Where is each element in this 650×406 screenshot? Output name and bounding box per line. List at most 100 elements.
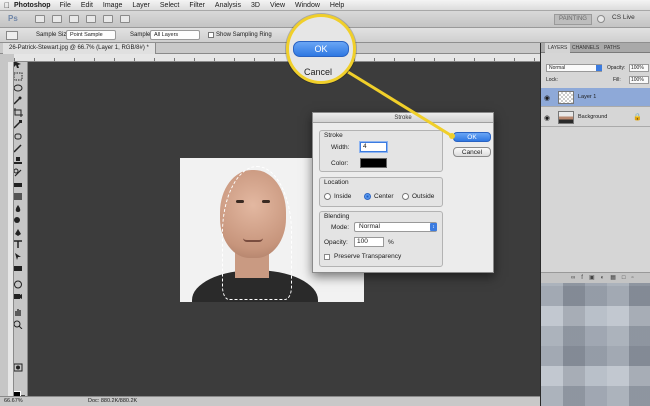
blend-mode-select[interactable]: Normal — [546, 64, 602, 72]
link-layers-icon[interactable]: ∞ — [571, 275, 581, 281]
rotate-view-icon[interactable] — [120, 15, 130, 23]
lock-label: Lock: — [546, 77, 558, 83]
color-label: Color: — [331, 160, 349, 167]
group-icon[interactable]: ▦ — [610, 275, 622, 281]
callout-cancel-button[interactable]: Cancel — [304, 67, 332, 77]
eyedropper-tool-preset-icon[interactable] — [6, 31, 18, 40]
location-center-radio[interactable] — [364, 193, 371, 200]
mask-icon[interactable]: ▣ — [589, 275, 601, 281]
menu-layer[interactable]: Layer — [132, 2, 150, 9]
blend-mode-arrow-icon[interactable] — [596, 65, 602, 71]
width-input[interactable]: 4 — [360, 142, 387, 152]
visibility-eye-icon[interactable]: ◉ — [544, 94, 550, 102]
mode-label: Mode: — [331, 224, 350, 231]
new-layer-icon[interactable]: □ — [622, 275, 632, 281]
adjustment-icon[interactable]: ◐ — [601, 275, 611, 281]
doc-size-info[interactable]: Doc: 880.2K/880.2K — [88, 397, 137, 406]
marquee-tool-icon[interactable] — [13, 72, 23, 81]
layer-row-layer-1[interactable]: ◉ Layer 1 — [541, 88, 650, 107]
quick-selection-tool-icon[interactable] — [13, 96, 23, 105]
hand-tool-icon[interactable] — [13, 308, 23, 317]
sample-label: Sample: — [130, 32, 153, 38]
layer-row-background[interactable]: ◉ Background 🔒 — [541, 108, 650, 127]
preserve-transparency-checkbox[interactable] — [324, 254, 330, 260]
mode-select[interactable]: Normal — [354, 222, 437, 232]
search-icon[interactable] — [597, 15, 605, 23]
location-outside-radio[interactable] — [402, 193, 409, 200]
stroke-group-title: Stroke — [324, 132, 343, 139]
zoom-callout: OK Cancel — [286, 14, 356, 84]
opacity-label: Opacity: — [324, 239, 348, 246]
show-sampling-ring-checkbox[interactable] — [208, 32, 214, 38]
path-selection-tool-icon[interactable] — [13, 252, 23, 261]
clone-stamp-tool-icon[interactable] — [13, 156, 23, 165]
apple-icon[interactable]:  — [0, 1, 14, 10]
photoshop-logo: Ps — [8, 14, 18, 23]
crop-tool-icon[interactable] — [13, 108, 23, 117]
brush-tool-icon[interactable] — [13, 144, 23, 153]
width-label: Width: — [331, 144, 350, 151]
fill-input[interactable]: 100% — [629, 76, 649, 84]
3d-camera-tool-icon[interactable] — [13, 292, 23, 301]
opacity-input[interactable]: 100% — [629, 64, 649, 72]
callout-ok-button[interactable]: OK — [293, 41, 349, 57]
menu-image[interactable]: Image — [103, 2, 122, 9]
stroke-color-swatch[interactable] — [360, 158, 387, 168]
opacity-input[interactable]: 100 — [354, 237, 384, 247]
layers-panel: LAYERS CHANNELS PATHS Normal Opacity: 10… — [540, 43, 650, 406]
healing-brush-tool-icon[interactable] — [13, 132, 23, 141]
workspace-switcher[interactable]: PAINTING — [554, 14, 592, 25]
menu-3d[interactable]: 3D — [251, 2, 260, 9]
type-tool-icon[interactable] — [13, 240, 23, 249]
cs-live-button[interactable]: CS Live — [612, 14, 635, 21]
hand-tool-icon[interactable] — [103, 15, 113, 23]
blur-tool-icon[interactable] — [13, 204, 23, 213]
menu-help[interactable]: Help — [330, 2, 344, 9]
sample-select[interactable]: All Layers — [150, 30, 200, 40]
app-menu[interactable]: Photoshop — [14, 2, 51, 9]
blending-group-title: Blending — [324, 213, 350, 220]
panel-tabs: LAYERS CHANNELS PATHS — [541, 43, 650, 53]
cancel-button[interactable]: Cancel — [453, 147, 491, 157]
minibridge-icon[interactable] — [52, 15, 62, 23]
marching-ants-selection — [222, 166, 292, 300]
menu-filter[interactable]: Filter — [189, 2, 205, 9]
visibility-eye-icon[interactable]: ◉ — [544, 114, 550, 122]
ok-button[interactable]: OK — [453, 132, 491, 142]
tools-panel — [0, 54, 28, 404]
dodge-tool-icon[interactable] — [13, 216, 23, 225]
menu-file[interactable]: File — [60, 2, 71, 9]
sample-size-select[interactable]: Point Sample — [66, 30, 116, 40]
bridge-icon[interactable] — [35, 15, 45, 23]
lasso-tool-icon[interactable] — [13, 84, 23, 93]
quick-mask-icon[interactable] — [13, 363, 23, 372]
zoom-level[interactable]: 66.67% — [4, 397, 23, 406]
shape-tool-icon[interactable] — [13, 264, 23, 273]
3d-rotate-tool-icon[interactable] — [13, 280, 23, 289]
menu-analysis[interactable]: Analysis — [215, 2, 241, 9]
eraser-tool-icon[interactable] — [13, 180, 23, 189]
grid-icon[interactable] — [69, 15, 79, 23]
vertical-ruler — [8, 62, 14, 396]
eyedropper-tool-icon[interactable] — [13, 120, 23, 129]
menu-edit[interactable]: Edit — [81, 2, 93, 9]
tab-channels[interactable]: CHANNELS — [569, 43, 602, 53]
document-tab[interactable]: 26-Patrick-Stewart.jpg @ 66.7% (Layer 1,… — [3, 43, 156, 54]
menu-window[interactable]: Window — [295, 2, 320, 9]
status-bar: 66.67% Doc: 880.2K/880.2K — [0, 396, 540, 406]
menu-view[interactable]: View — [270, 2, 285, 9]
tab-layers[interactable]: LAYERS — [545, 43, 571, 53]
zoom-level-icon[interactable] — [86, 15, 96, 23]
trash-icon[interactable]: ▫ — [632, 275, 640, 281]
fx-icon[interactable]: f — [581, 275, 589, 281]
menu-select[interactable]: Select — [160, 2, 179, 9]
mode-arrow-icon[interactable]: ↕ — [430, 223, 437, 231]
history-brush-tool-icon[interactable] — [13, 168, 23, 177]
layer-thumbnail — [558, 91, 574, 104]
zoom-tool-icon[interactable] — [13, 320, 23, 329]
pen-tool-icon[interactable] — [13, 228, 23, 237]
layer-thumbnail — [558, 111, 574, 124]
tab-paths[interactable]: PATHS — [601, 43, 623, 53]
gradient-tool-icon[interactable] — [13, 192, 23, 201]
location-inside-radio[interactable] — [324, 193, 331, 200]
